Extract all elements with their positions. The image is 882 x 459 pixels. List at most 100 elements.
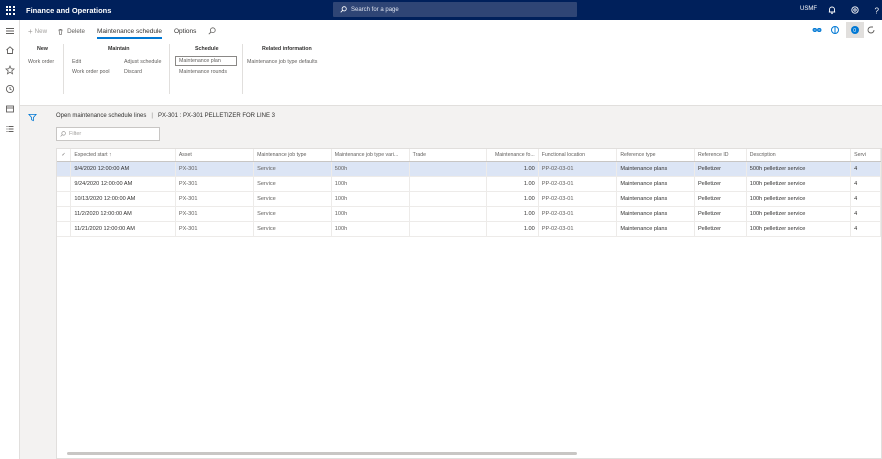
job-type-defaults-button[interactable]: Maintenance job type defaults (247, 59, 317, 65)
svg-text:0: 0 (853, 28, 856, 34)
attachments-button[interactable]: 0 (846, 22, 864, 38)
cell-asset[interactable]: PX-301 (175, 176, 255, 192)
cell-job-variant[interactable]: 100h (331, 206, 410, 222)
filter-search-icon (60, 131, 66, 137)
row-selector[interactable] (57, 206, 72, 222)
home-icon[interactable] (5, 45, 15, 55)
table-row[interactable]: 11/2/2020 12:00:00 AM PX-301 Service 100… (57, 206, 881, 222)
cell-reference-id: Pelletizer (694, 191, 747, 207)
action-groups: New Work order Maintain Edit Work order … (20, 44, 882, 104)
cell-functional-location[interactable]: PP-02-03-01 (538, 221, 618, 237)
group-maintain-title: Maintain (108, 46, 130, 52)
group-divider (242, 44, 243, 94)
page-title: Open maintenance schedule lines (56, 113, 147, 119)
search-icon (340, 6, 347, 13)
maintenance-plan-button[interactable]: Maintenance plan (175, 56, 237, 66)
cell-asset[interactable]: PX-301 (175, 191, 255, 207)
recent-clock-icon[interactable] (5, 84, 15, 94)
link-icon[interactable] (812, 25, 822, 35)
column-header[interactable]: Expected start ↑ (70, 149, 176, 162)
cell-job-type[interactable]: Service (253, 221, 332, 237)
group-schedule-title: Schedule (195, 46, 219, 52)
cell-functional-location[interactable]: PP-02-03-01 (538, 206, 618, 222)
tab-maintenance-schedule[interactable]: Maintenance schedule (96, 20, 163, 42)
row-selector[interactable] (57, 161, 72, 177)
row-selector[interactable] (57, 176, 72, 192)
sort-arrow-icon: ↑ (109, 151, 112, 158)
cell-asset[interactable]: PX-301 (175, 221, 255, 237)
cell-reference-id: Pelletizer (694, 161, 747, 177)
cell-functional-location[interactable]: PP-02-03-01 (538, 191, 618, 207)
cell-description: 100h pelletizer service (746, 176, 852, 192)
hamburger-menu-icon[interactable] (5, 26, 15, 36)
column-header[interactable]: Servi (850, 149, 881, 162)
workspaces-icon[interactable] (5, 104, 15, 114)
row-selector[interactable] (57, 221, 72, 237)
cell-job-type[interactable]: Service (253, 206, 332, 222)
maintenance-rounds-button[interactable]: Maintenance rounds (179, 69, 227, 75)
action-pane: + New Delete Maintenance schedule Option… (20, 20, 882, 106)
table-row[interactable]: 11/21/2020 12:00:00 AM PX-301 Service 10… (57, 221, 881, 237)
grid-filter-input[interactable]: Filter (56, 127, 160, 141)
cell-forecast: 1.00 (486, 221, 539, 237)
table-row[interactable]: 9/24/2020 12:00:00 AM PX-301 Service 100… (57, 176, 881, 192)
office-icon[interactable] (830, 25, 840, 35)
refresh-icon[interactable] (866, 25, 876, 35)
column-header[interactable]: Description (746, 149, 852, 162)
horizontal-scrollbar[interactable] (67, 452, 577, 455)
cell-functional-location[interactable]: PP-02-03-01 (538, 176, 618, 192)
cell-service: 4 (850, 161, 881, 177)
new-button[interactable]: + New (28, 27, 47, 36)
work-order-button[interactable]: Work order (28, 59, 54, 65)
search-box[interactable]: Search for a page (333, 2, 577, 17)
column-header[interactable]: Reference ID (694, 149, 747, 162)
cell-job-variant[interactable]: 500h (331, 161, 410, 177)
column-header[interactable]: Reference type (616, 149, 695, 162)
select-all-checkbox[interactable]: ✓ (57, 149, 72, 162)
cell-job-variant[interactable]: 100h (331, 176, 410, 192)
bell-icon[interactable] (827, 5, 837, 15)
action-search-icon[interactable] (208, 27, 217, 35)
cell-functional-location[interactable]: PP-02-03-01 (538, 161, 618, 177)
cell-job-variant[interactable]: 100h (331, 221, 410, 237)
cell-trade (409, 191, 487, 207)
column-header[interactable]: Asset (175, 149, 255, 162)
cell-job-type[interactable]: Service (253, 191, 332, 207)
column-header[interactable]: Maintenance job type (253, 149, 332, 162)
cell-job-type[interactable]: Service (253, 161, 332, 177)
column-header[interactable]: Maintenance job type vari... (331, 149, 410, 162)
modules-list-icon[interactable] (5, 124, 15, 134)
cell-expected-start: 9/4/2020 12:00:00 AM (70, 161, 176, 177)
app-launcher-icon[interactable] (0, 0, 20, 20)
column-header[interactable]: Maintenance fo... (486, 149, 539, 162)
cell-asset[interactable]: PX-301 (175, 161, 255, 177)
cell-asset[interactable]: PX-301 (175, 206, 255, 222)
grid-header-row: ✓ Expected start ↑ Asset Maintenance job… (57, 149, 881, 162)
cell-job-variant[interactable]: 100h (331, 191, 410, 207)
column-header[interactable]: Functional location (538, 149, 618, 162)
company-picker[interactable]: USMF (800, 6, 817, 12)
adjust-schedule-button[interactable]: Adjust schedule (124, 59, 161, 65)
gear-icon[interactable] (850, 5, 860, 15)
cell-forecast: 1.00 (486, 206, 539, 222)
tab-options[interactable]: Options (174, 20, 196, 42)
help-icon[interactable]: ? (872, 5, 882, 16)
table-row[interactable]: 9/4/2020 12:00:00 AM PX-301 Service 500h… (57, 161, 881, 177)
cell-service: 4 (850, 206, 881, 222)
funnel-filter-icon[interactable] (28, 113, 37, 122)
filter-placeholder: Filter (69, 131, 82, 137)
work-order-pool-button[interactable]: Work order pool (72, 69, 110, 75)
page-context: PX-301 : PX-301 PELLETIZER FOR LINE 3 (157, 113, 276, 119)
discard-button[interactable]: Discard (124, 69, 142, 75)
row-selector[interactable] (57, 191, 72, 207)
new-button-label: New (34, 27, 48, 35)
column-header[interactable]: Trade (409, 149, 487, 162)
table-row[interactable]: 10/13/2020 12:00:00 AM PX-301 Service 10… (57, 191, 881, 207)
edit-button[interactable]: Edit (72, 59, 81, 65)
cell-job-type[interactable]: Service (253, 176, 332, 192)
svg-text:?: ? (875, 7, 880, 16)
favorites-star-icon[interactable] (5, 65, 15, 75)
cell-reference-id: Pelletizer (694, 221, 747, 237)
delete-button[interactable]: Delete (57, 28, 85, 35)
group-divider (63, 44, 64, 94)
